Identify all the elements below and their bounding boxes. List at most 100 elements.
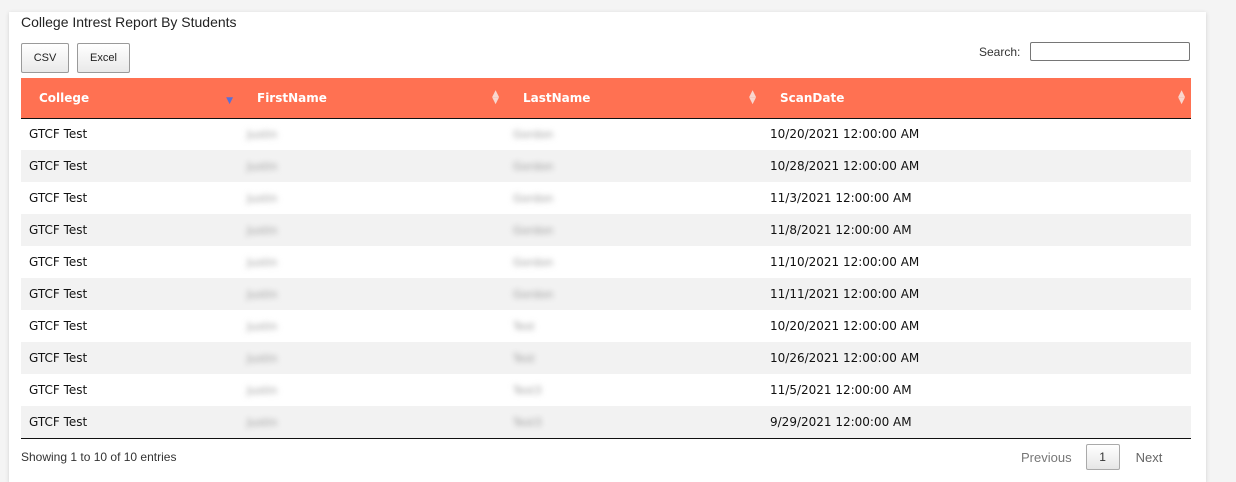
scandate-cell-text: 11/11/2021 12:00:00 AM bbox=[770, 287, 920, 301]
college-cell: GTCF Test bbox=[21, 310, 239, 342]
table-row: GTCF Test Justin Test3 11/5/2021 12:00:00 A… bbox=[21, 374, 1191, 406]
lastname-cell-text: Test bbox=[513, 352, 535, 365]
firstname-cell-text: Justin bbox=[247, 415, 278, 429]
college-cell-text: GTCF Test bbox=[29, 127, 88, 142]
table-row: GTCF Test Justin Gordon 11/8/2021 12:00:00 … bbox=[21, 214, 1191, 246]
scandate-cell: 11/8/2021 12:00:00 AM bbox=[762, 214, 1191, 246]
college-cell-text: GTCF Test bbox=[29, 319, 88, 333]
lastname-cell: Gordon bbox=[505, 214, 762, 246]
sort-ascending-icon: ▲▼ bbox=[226, 96, 233, 106]
firstname-cell-text: Justin bbox=[247, 160, 278, 173]
table-row: GTCF Test Justin Gordon 10/20/2021 12:00:00… bbox=[21, 118, 1191, 150]
firstname-cell: Justin bbox=[239, 342, 505, 374]
lastname-cell: Gordon bbox=[505, 246, 762, 278]
scandate-cell-text: 11/8/2021 12:00:00 AM bbox=[770, 223, 912, 237]
sort-both-icon: ▲ ▼ bbox=[492, 89, 499, 106]
next-page-button[interactable]: Next bbox=[1136, 450, 1163, 465]
search-input[interactable] bbox=[1030, 42, 1190, 61]
lastname-cell: Test3 bbox=[505, 374, 762, 406]
lastname-cell: Gordon bbox=[505, 150, 762, 182]
table-row: GTCF Test Justin Gordon 11/10/2021 12:00:00… bbox=[21, 246, 1191, 278]
college-cell-text: GTCF Test bbox=[29, 414, 88, 429]
firstname-cell: Justin bbox=[239, 406, 505, 439]
table-body: GTCF Test Justin Gordon 10/20/2021 12:00:00… bbox=[21, 118, 1191, 439]
report-table: College ▲▼ FirstName ▲▼ LastName ▲▼ ScanDate ▲▼… bbox=[21, 78, 1191, 439]
college-cell-text: GTCF Test bbox=[29, 351, 88, 365]
firstname-cell: Justin bbox=[239, 246, 505, 278]
table-row: GTCF Test Justin Gordon 10/28/2021 12:00:00… bbox=[21, 150, 1191, 182]
scandate-cell: 11/11/2021 12:00:00 AM bbox=[762, 278, 1191, 310]
report-panel: College Intrest Report By Students CSV E… bbox=[9, 12, 1206, 482]
college-cell: GTCF Test bbox=[21, 342, 239, 374]
lastname-cell: Test bbox=[505, 310, 762, 342]
scandate-cell: 9/29/2021 12:00:00 AM bbox=[762, 406, 1191, 439]
table-row: GTCF Test Justin Test 10/26/2021 12:00:00 A… bbox=[21, 342, 1191, 374]
college-cell: GTCF Test bbox=[21, 374, 239, 406]
scandate-cell: 11/5/2021 12:00:00 AM bbox=[762, 374, 1191, 406]
college-cell: GTCF Test bbox=[21, 182, 239, 214]
column-header-label: College bbox=[39, 90, 90, 105]
column-header-scandate[interactable]: ScanDate ▲ ▼ bbox=[762, 78, 1191, 119]
lastname-cell-text: Gordon bbox=[513, 192, 554, 205]
column-header-label: FirstName bbox=[257, 90, 327, 105]
sort-both-icon: ▲ ▼ bbox=[1178, 89, 1185, 106]
firstname-cell: Justin bbox=[239, 374, 505, 406]
scandate-cell-text: 10/28/2021 12:00:00 AM bbox=[770, 159, 920, 173]
column-header-lastname[interactable]: LastName ▲ ▼ bbox=[505, 78, 762, 119]
scandate-cell-text: 11/5/2021 12:00:00 AM bbox=[770, 383, 912, 397]
scandate-cell: 10/20/2021 12:00:00 AM bbox=[762, 118, 1191, 150]
firstname-cell: Justin bbox=[239, 182, 505, 214]
college-cell-text: GTCF Test bbox=[29, 223, 88, 237]
table-row: GTCF Test Justin Gordon 11/3/2021 12:00:00 … bbox=[21, 182, 1191, 214]
pagination: Previous 1 Next bbox=[1021, 444, 1162, 470]
firstname-cell-text: Justin bbox=[247, 192, 278, 205]
firstname-cell-text: Justin bbox=[247, 224, 278, 237]
college-cell: GTCF Test bbox=[21, 150, 239, 182]
firstname-cell-text: Justin bbox=[247, 352, 278, 365]
sort-both-icon: ▲ ▼ bbox=[749, 89, 756, 106]
scandate-cell-text: 9/29/2021 12:00:00 AM bbox=[770, 414, 912, 429]
lastname-cell: Gordon bbox=[505, 118, 762, 150]
previous-page-button[interactable]: Previous bbox=[1021, 450, 1072, 465]
firstname-cell: Justin bbox=[239, 278, 505, 310]
lastname-cell-text: Test bbox=[513, 320, 535, 333]
college-cell-text: GTCF Test bbox=[29, 159, 88, 173]
column-header-college[interactable]: College ▲▼ bbox=[21, 78, 239, 119]
column-header-firstname[interactable]: FirstName ▲ ▼ bbox=[239, 78, 505, 119]
firstname-cell: Justin bbox=[239, 310, 505, 342]
college-cell: GTCF Test bbox=[21, 246, 239, 278]
lastname-cell: Test3 bbox=[505, 406, 762, 439]
table-row: GTCF Test Justin Gordon 11/11/2021 12:00:00… bbox=[21, 278, 1191, 310]
lastname-cell: Gordon bbox=[505, 182, 762, 214]
scandate-cell: 10/28/2021 12:00:00 AM bbox=[762, 150, 1191, 182]
college-cell-text: GTCF Test bbox=[29, 191, 88, 205]
firstname-cell: Justin bbox=[239, 214, 505, 246]
college-cell: GTCF Test bbox=[21, 118, 239, 150]
lastname-cell-text: Test3 bbox=[513, 415, 542, 429]
scandate-cell-text: 10/20/2021 12:00:00 AM bbox=[770, 127, 920, 142]
firstname-cell-text: Justin bbox=[247, 256, 278, 269]
firstname-cell-text: Justin bbox=[247, 288, 278, 301]
entries-info: Showing 1 to 10 of 10 entries bbox=[21, 450, 177, 464]
scandate-cell: 11/10/2021 12:00:00 AM bbox=[762, 246, 1191, 278]
college-cell: GTCF Test bbox=[21, 278, 239, 310]
firstname-cell: Justin bbox=[239, 150, 505, 182]
lastname-cell: Test bbox=[505, 342, 762, 374]
firstname-cell-text: Justin bbox=[247, 320, 278, 333]
college-cell: GTCF Test bbox=[21, 406, 239, 439]
excel-export-button[interactable]: Excel bbox=[77, 43, 130, 73]
lastname-cell-text: Gordon bbox=[513, 128, 554, 142]
scandate-cell-text: 11/10/2021 12:00:00 AM bbox=[770, 255, 920, 269]
page-1-button[interactable]: 1 bbox=[1085, 444, 1120, 470]
scandate-cell-text: 11/3/2021 12:00:00 AM bbox=[770, 191, 912, 205]
page-title: College Intrest Report By Students bbox=[21, 14, 237, 30]
lastname-cell-text: Gordon bbox=[513, 160, 554, 173]
college-cell: GTCF Test bbox=[21, 214, 239, 246]
table-header-row: College ▲▼ FirstName ▲▼ LastName ▲▼ ScanDate ▲▼ bbox=[21, 78, 1191, 119]
firstname-cell-text: Justin bbox=[247, 128, 278, 142]
scandate-cell: 10/26/2021 12:00:00 AM bbox=[762, 342, 1191, 374]
scandate-cell-text: 10/20/2021 12:00:00 AM bbox=[770, 319, 920, 333]
lastname-cell-text: Gordon bbox=[513, 224, 554, 237]
lastname-cell-text: Gordon bbox=[513, 256, 554, 269]
csv-export-button[interactable]: CSV bbox=[21, 43, 69, 73]
